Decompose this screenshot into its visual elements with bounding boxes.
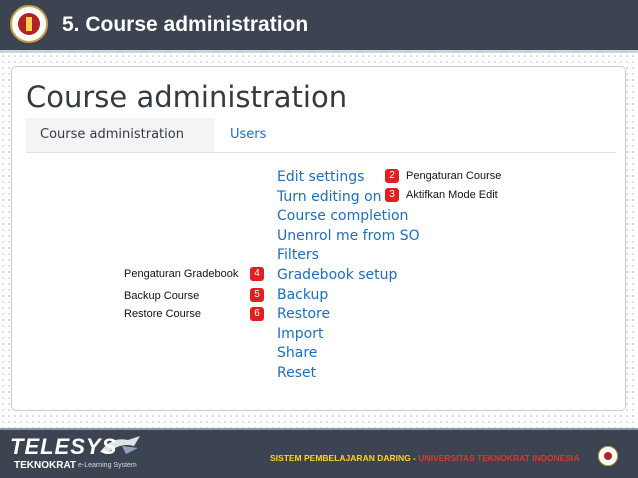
menu-import[interactable]: Import — [277, 325, 420, 345]
slide-title: 5. Course administration — [62, 13, 309, 36]
annotation-text-2: Pengaturan Course — [406, 170, 502, 182]
menu-course-completion[interactable]: Course completion — [277, 207, 420, 227]
tab-bar: Course administration Users — [26, 118, 616, 153]
tab-course-administration[interactable]: Course administration — [26, 118, 214, 152]
tab-users[interactable]: Users — [216, 118, 280, 152]
annotation-text-5: Backup Course — [124, 290, 200, 302]
slide-header: 5. Course administration — [0, 0, 638, 50]
menu-reset[interactable]: Reset — [277, 364, 420, 384]
annotation-badge-3: 3 — [385, 188, 399, 202]
annotation-badge-5: 5 — [250, 288, 264, 302]
footer-divider — [0, 428, 638, 430]
footer-caption-part1: SISTEM PEMBELAJARAN DARING - — [270, 453, 419, 463]
menu-gradebook-setup[interactable]: Gradebook setup — [277, 266, 420, 286]
course-admin-card: Course administration Course administrat… — [11, 66, 626, 411]
footer-caption: SISTEM PEMBELAJARAN DARING - UNIVERSITAS… — [270, 453, 580, 463]
menu-unenrol[interactable]: Unenrol me from SO — [277, 227, 420, 247]
annotation-badge-6: 6 — [250, 307, 264, 321]
annotation-text-4: Pengaturan Gradebook — [124, 268, 239, 280]
university-logo-icon — [10, 5, 48, 43]
annotation-text-6: Restore Course — [124, 308, 202, 320]
annotation-badge-2: 2 — [385, 169, 399, 183]
footer-logo-icon — [598, 446, 618, 466]
menu-share[interactable]: Share — [277, 344, 420, 364]
menu-backup[interactable]: Backup — [277, 286, 420, 306]
slide-footer: TELESYS TEKNOKRAT e-Learning System SIST… — [0, 428, 638, 478]
footer-caption-part2: UNIVERSITAS TEKNOKRAT INDONESIA — [418, 453, 580, 463]
brand-tagline: e-Learning System — [78, 462, 137, 469]
teknokrat-brand: TEKNOKRAT — [14, 460, 77, 471]
menu-restore[interactable]: Restore — [277, 305, 420, 325]
swoosh-icon — [100, 436, 140, 454]
annotation-text-3: Aktifkan Mode Edit — [406, 189, 498, 201]
menu-filters[interactable]: Filters — [277, 246, 420, 266]
page-title: Course administration — [26, 80, 348, 114]
annotation-badge-4: 4 — [250, 267, 264, 281]
